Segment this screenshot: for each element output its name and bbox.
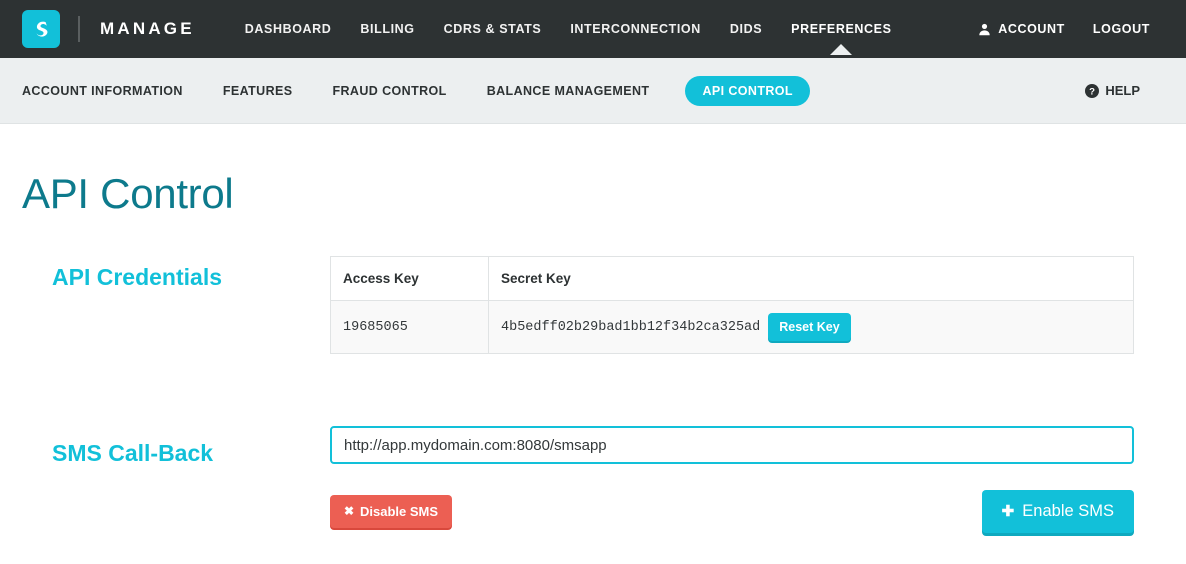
- help-label: HELP: [1105, 83, 1140, 98]
- plus-icon: ✚: [1001, 502, 1015, 520]
- reset-key-button[interactable]: Reset Key: [768, 313, 851, 341]
- enable-sms-button[interactable]: ✚ Enable SMS: [981, 490, 1134, 533]
- sms-callback-url-input[interactable]: [330, 426, 1134, 464]
- cell-secret-key: 4b5edff02b29bad1bb12f34b2ca325ad Reset K…: [488, 300, 1134, 354]
- nav-item-preferences[interactable]: PREFERENCES: [791, 22, 892, 55]
- page-title: API Control: [22, 170, 234, 217]
- logout-link[interactable]: LOGOUT: [1093, 22, 1150, 36]
- nav-item-preferences-label: PREFERENCES: [791, 22, 892, 36]
- main-nav: DASHBOARD BILLING CDRS & STATS INTERCONN…: [245, 22, 892, 55]
- nav-item-dashboard[interactable]: DASHBOARD: [245, 22, 332, 36]
- account-link[interactable]: ACCOUNT: [978, 22, 1065, 36]
- sub-nav-items: ACCOUNT INFORMATION FEATURES FRAUD CONTR…: [22, 75, 810, 106]
- top-header-bar: MANAGE DASHBOARD BILLING CDRS & STATS IN…: [0, 0, 1186, 58]
- account-label: ACCOUNT: [998, 22, 1065, 36]
- nav-item-billing[interactable]: BILLING: [360, 22, 414, 36]
- user-icon: [978, 23, 991, 36]
- nav-item-cdrs-stats[interactable]: CDRS & STATS: [444, 22, 542, 36]
- sms-action-buttons: ✖ Disable SMS ✚ Enable SMS: [330, 490, 1134, 533]
- swirl-logo-icon: [22, 10, 60, 48]
- svg-text:?: ?: [1089, 86, 1095, 97]
- table-header-row: Access Key Secret Key: [330, 256, 1134, 301]
- sms-callback-label: SMS Call-Back: [52, 440, 214, 466]
- subnav-item-balance-management[interactable]: BALANCE MANAGEMENT: [487, 84, 678, 98]
- cell-access-key: 19685065: [330, 300, 489, 354]
- question-circle-icon: ?: [1085, 83, 1100, 98]
- help-link[interactable]: ? HELP: [1085, 83, 1164, 98]
- sms-callback-body: ✖ Disable SMS ✚ Enable SMS: [330, 426, 1164, 533]
- close-x-icon: ✖: [344, 503, 355, 518]
- subnav-item-fraud-control[interactable]: FRAUD CONTROL: [332, 84, 474, 98]
- column-header-secret-key: Secret Key: [488, 256, 1134, 301]
- sub-nav-bar: ACCOUNT INFORMATION FEATURES FRAUD CONTR…: [0, 58, 1186, 124]
- enable-sms-label: Enable SMS: [1022, 502, 1114, 520]
- api-credentials-label: API Credentials: [52, 264, 222, 290]
- subnav-item-features[interactable]: FEATURES: [223, 84, 321, 98]
- column-header-access-key: Access Key: [330, 256, 489, 301]
- credentials-table: Access Key Secret Key 19685065 4b5edff02…: [330, 256, 1134, 354]
- api-credentials-body: Access Key Secret Key 19685065 4b5edff02…: [330, 256, 1164, 354]
- disable-sms-button[interactable]: ✖ Disable SMS: [330, 495, 453, 528]
- table-row: 19685065 4b5edff02b29bad1bb12f34b2ca325a…: [330, 300, 1134, 354]
- header-right-actions: ACCOUNT LOGOUT: [978, 22, 1164, 36]
- secret-key-value: 4b5edff02b29bad1bb12f34b2ca325ad: [501, 319, 761, 335]
- nav-item-interconnection[interactable]: INTERCONNECTION: [570, 22, 701, 36]
- disable-sms-label: Disable SMS: [360, 504, 439, 519]
- brand-name: MANAGE: [100, 19, 195, 38]
- brand-divider: [78, 16, 80, 42]
- subnav-item-api-control[interactable]: API CONTROL: [685, 75, 810, 106]
- subnav-item-account-information[interactable]: ACCOUNT INFORMATION: [22, 84, 211, 98]
- page-content: API Control API Credentials Access Key S…: [0, 170, 1186, 533]
- nav-item-dids[interactable]: DIDS: [730, 22, 762, 36]
- sms-callback-section: SMS Call-Back ✖ Disable SMS ✚ Enable SMS: [22, 426, 1164, 533]
- active-nav-caret-icon: [830, 44, 853, 55]
- brand[interactable]: MANAGE: [22, 10, 195, 48]
- api-credentials-section: API Credentials Access Key Secret Key 19…: [22, 256, 1164, 354]
